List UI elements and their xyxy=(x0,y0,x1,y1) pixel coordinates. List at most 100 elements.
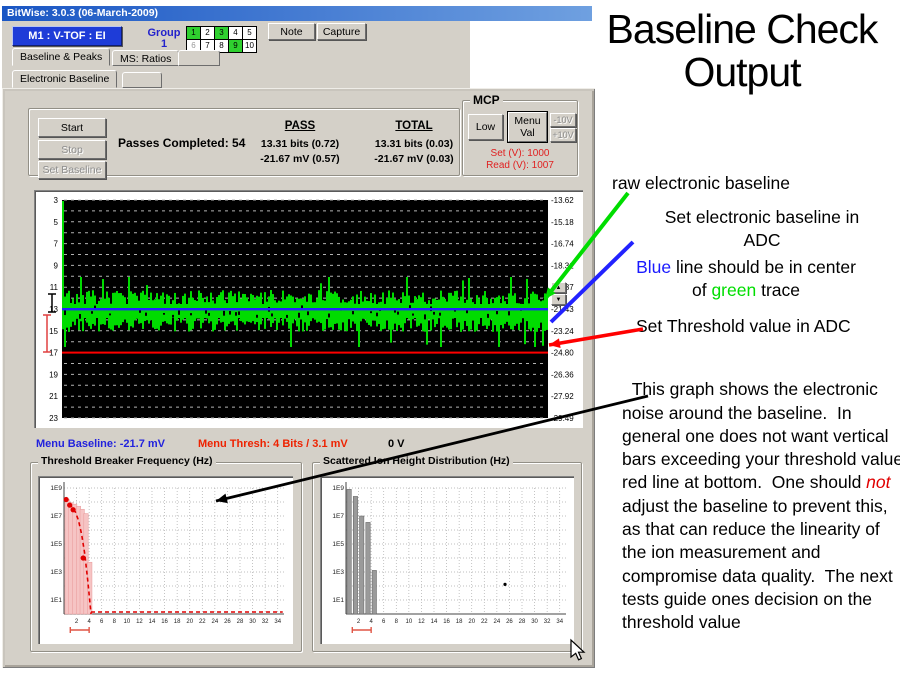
mcp-label: MCP xyxy=(470,93,503,107)
tab-baseline-peaks[interactable]: Baseline & Peaks xyxy=(12,48,110,66)
slide-title: Baseline Check Output xyxy=(592,8,892,94)
svg-text:1E3: 1E3 xyxy=(332,569,344,576)
slide-canvas: { "slide": { "title_line1": "Baseline Ch… xyxy=(0,0,900,675)
scattered-ion-chart: 1E91E71E51E31E12468101214161820222426283… xyxy=(322,478,572,642)
svg-text:-15.18: -15.18 xyxy=(551,218,574,227)
group-cell-9[interactable]: 9 xyxy=(229,40,242,52)
mcp-low-label: Low xyxy=(476,121,495,133)
tab-baseline-peaks-label: Baseline & Peaks xyxy=(20,51,102,63)
capture-button[interactable]: Capture xyxy=(317,23,366,40)
svg-text:-24.80: -24.80 xyxy=(551,349,574,358)
svg-text:1E5: 1E5 xyxy=(332,541,344,548)
svg-text:-27.92: -27.92 xyxy=(551,392,574,401)
svg-text:20: 20 xyxy=(468,619,475,625)
capture-button-label: Capture xyxy=(323,26,360,38)
svg-text:14: 14 xyxy=(149,619,156,625)
mcp-low-button[interactable]: Low xyxy=(468,114,503,140)
svg-text:2: 2 xyxy=(357,619,361,625)
svg-text:9: 9 xyxy=(54,261,59,270)
note-button[interactable]: Note xyxy=(268,23,315,40)
scroll-up-button[interactable]: ▲ xyxy=(551,282,566,293)
annotation-blue-line: Blue line should be in center of green t… xyxy=(594,256,898,302)
start-button[interactable]: Start xyxy=(38,118,106,137)
svg-text:1E9: 1E9 xyxy=(50,485,62,492)
svg-text:26: 26 xyxy=(224,619,231,625)
svg-text:30: 30 xyxy=(249,619,256,625)
svg-text:-21.43: -21.43 xyxy=(551,305,574,314)
mcp-read-voltage: Read (V): 1007 xyxy=(462,160,578,171)
mcp-menu-val-button[interactable]: Menu Val xyxy=(508,112,547,142)
tab-electronic-baseline[interactable]: Electronic Baseline xyxy=(12,70,117,88)
tab-stub-2[interactable] xyxy=(122,72,162,88)
svg-text:32: 32 xyxy=(544,619,551,625)
svg-text:24: 24 xyxy=(212,619,219,625)
group-cell-1[interactable]: 1 xyxy=(187,27,200,39)
annotation-set-threshold: Set Threshold value in ADC xyxy=(636,315,851,338)
group-cell-4[interactable]: 4 xyxy=(229,27,242,39)
group-cell-3[interactable]: 3 xyxy=(215,27,228,39)
group-cell-5[interactable]: 5 xyxy=(243,27,256,39)
svg-text:8: 8 xyxy=(395,619,399,625)
svg-text:1E5: 1E5 xyxy=(50,541,62,548)
svg-text:3: 3 xyxy=(54,196,59,205)
scroll-down-button[interactable]: ▼ xyxy=(551,294,566,305)
svg-text:17: 17 xyxy=(49,349,58,358)
svg-text:34: 34 xyxy=(556,619,563,625)
total-bits-value: 13.31 bits (0.03) xyxy=(362,138,466,150)
svg-text:7: 7 xyxy=(54,240,59,249)
slide-title-line1: Baseline Check xyxy=(592,8,892,51)
svg-text:28: 28 xyxy=(519,619,526,625)
svg-text:1E1: 1E1 xyxy=(50,597,62,604)
threshold-breaker-panel: 1E91E71E51E31E12468101214161820222426283… xyxy=(38,476,293,644)
svg-text:2: 2 xyxy=(75,619,79,625)
svg-text:1E3: 1E3 xyxy=(50,569,62,576)
svg-text:4: 4 xyxy=(87,619,91,625)
group-cell-2[interactable]: 2 xyxy=(201,27,214,39)
scope-chart: 357911131517192123-13.62-15.18-16.74-18.… xyxy=(36,192,581,426)
mcp-plus10-button[interactable]: +10V xyxy=(550,128,576,142)
menu-thresh-status: Menu Thresh: 4 Bits / 3.1 mV xyxy=(198,438,348,450)
svg-text:22: 22 xyxy=(199,619,206,625)
svg-text:4: 4 xyxy=(369,619,373,625)
svg-text:34: 34 xyxy=(274,619,281,625)
scattered-ion-title: Scattered Ion Height Distribution (Hz) xyxy=(320,455,513,467)
svg-text:20: 20 xyxy=(186,619,193,625)
mcp-set-voltage: Set (V): 1000 xyxy=(462,148,578,159)
svg-text:1E7: 1E7 xyxy=(50,513,62,520)
tab-ms-ratios-label: MS: Ratios xyxy=(120,53,171,65)
svg-text:10: 10 xyxy=(406,619,413,625)
svg-text:24: 24 xyxy=(494,619,501,625)
svg-text:1E9: 1E9 xyxy=(332,485,344,492)
annotation-set-baseline-l1: Set electronic baseline in xyxy=(628,206,896,229)
instrument-mode-button[interactable]: M1 : V-TOF : EI xyxy=(12,26,122,46)
total-mv-value: -21.67 mV (0.03) xyxy=(362,153,466,165)
set-baseline-button[interactable]: Set Baseline xyxy=(38,161,106,179)
mcp-minus10-button[interactable]: -10V xyxy=(550,113,576,127)
group-cell-grid: 12345678910 xyxy=(186,26,257,53)
group-cell-10[interactable]: 10 xyxy=(243,40,256,52)
mcp-menu-val-l1: Menu xyxy=(514,115,540,127)
svg-text:19: 19 xyxy=(49,370,58,379)
volts-status: 0 V xyxy=(388,438,405,450)
paragraph-part2: adjust the baseline to prevent this, as … xyxy=(622,472,898,632)
svg-text:30: 30 xyxy=(531,619,538,625)
blue-l2-post: trace xyxy=(756,280,800,300)
svg-text:-13.62: -13.62 xyxy=(551,196,574,205)
slide-title-line2: Output xyxy=(592,51,892,94)
svg-text:6: 6 xyxy=(382,619,386,625)
set-baseline-button-label: Set Baseline xyxy=(43,164,102,176)
svg-text:12: 12 xyxy=(136,619,143,625)
svg-text:26: 26 xyxy=(506,619,513,625)
window-titlebar[interactable]: BitWise: 3.0.3 (06-March-2009) xyxy=(2,6,592,21)
blue-l2-pre: of xyxy=(692,280,711,300)
stop-button[interactable]: Stop xyxy=(38,140,106,159)
tab-ms-ratios[interactable]: MS: Ratios xyxy=(112,50,179,66)
tab-stub-1[interactable] xyxy=(178,50,220,66)
note-button-label: Note xyxy=(280,26,302,38)
svg-text:18: 18 xyxy=(174,619,181,625)
svg-text:10: 10 xyxy=(124,619,131,625)
mcp-menu-val-l2: Val xyxy=(520,127,534,139)
svg-text:32: 32 xyxy=(262,619,269,625)
threshold-breaker-chart: 1E91E71E51E31E12468101214161820222426283… xyxy=(40,478,291,642)
annotation-raw-baseline: raw electronic baseline xyxy=(612,172,790,195)
